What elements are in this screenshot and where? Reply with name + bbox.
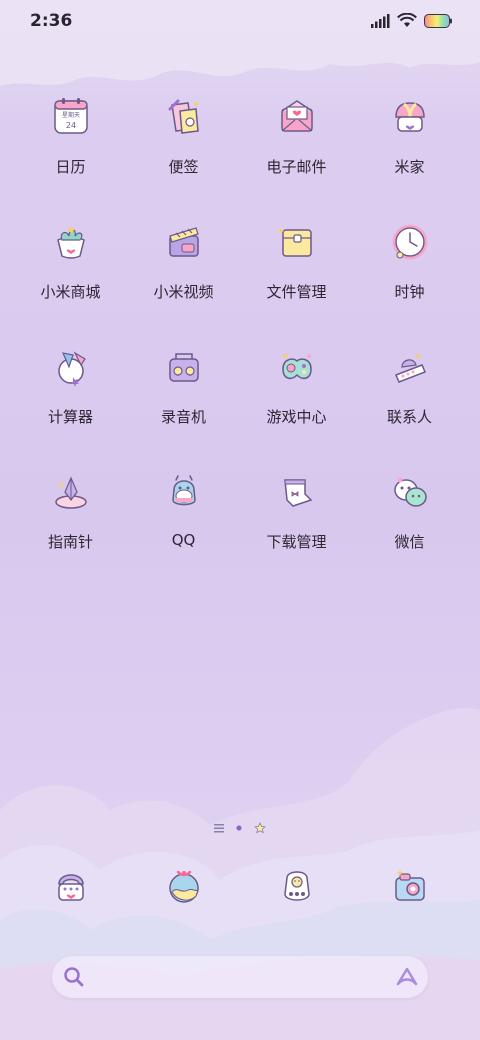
compass-icon: [46, 467, 96, 517]
folder-icon: [272, 217, 322, 267]
page-indicator: [0, 822, 480, 834]
app-calendar[interactable]: 星期天 24 日历: [14, 92, 127, 184]
status-bar: 2:36: [0, 0, 480, 42]
video-icon: [159, 217, 209, 267]
app-downloads[interactable]: 下载管理: [240, 467, 353, 559]
search-bar[interactable]: [52, 956, 428, 998]
mall-icon: [46, 217, 96, 267]
app-clock[interactable]: 时钟: [353, 217, 466, 309]
app-label: QQ: [171, 531, 196, 549]
app-grid: 星期天 24 日历 便签 电子邮件 米家 小米商城 小米视频 文件管理 时钟 计…: [14, 92, 466, 559]
contacts-icon: [385, 342, 435, 392]
app-label: 微信: [394, 533, 425, 551]
app-label: 联系人: [386, 408, 432, 426]
calendar-date-text: 24: [65, 121, 75, 130]
download-icon: [272, 467, 322, 517]
status-icons: [370, 13, 452, 28]
battery-icon: [424, 13, 452, 28]
app-label: 游戏中心: [266, 408, 327, 426]
app-label: 小米商城: [40, 283, 101, 301]
gamepad-icon: [272, 342, 322, 392]
app-qq[interactable]: QQ: [127, 467, 240, 559]
app-video[interactable]: 小米视频: [127, 217, 240, 309]
app-label: 小米视频: [153, 283, 214, 301]
app-label: 录音机: [160, 408, 206, 426]
page-dot-active[interactable]: [236, 825, 242, 831]
app-label: 文件管理: [266, 283, 327, 301]
app-calculator[interactable]: 计算器: [14, 342, 127, 434]
page-list-icon[interactable]: [214, 823, 224, 833]
app-label: 时钟: [394, 283, 425, 301]
app-label: 米家: [394, 158, 425, 176]
app-label: 下载管理: [266, 533, 327, 551]
dock-browser[interactable]: [127, 862, 240, 910]
search-icon[interactable]: [62, 965, 86, 989]
app-mall[interactable]: 小米商城: [14, 217, 127, 309]
app-label: 指南针: [47, 533, 93, 551]
messages-icon: [283, 871, 310, 901]
app-label: 计算器: [47, 408, 93, 426]
page-star-icon[interactable]: [254, 822, 266, 834]
app-files[interactable]: 文件管理: [240, 217, 353, 309]
app-label: 日历: [55, 158, 86, 176]
calculator-icon: [46, 342, 96, 392]
wifi-icon: [397, 13, 417, 27]
app-label: 电子邮件: [266, 158, 327, 176]
app-compass[interactable]: 指南针: [14, 467, 127, 559]
app-wechat[interactable]: 微信: [353, 467, 466, 559]
clock-icon: [385, 217, 435, 267]
camera-icon: [394, 870, 425, 901]
notes-icon: [159, 92, 209, 142]
browser-icon: [168, 870, 199, 903]
status-time: 2:36: [30, 11, 73, 31]
app-email[interactable]: 电子邮件: [240, 92, 353, 184]
app-game-center[interactable]: 游戏中心: [240, 342, 353, 434]
qq-icon: [159, 467, 209, 517]
dock-messages[interactable]: [240, 862, 353, 910]
wechat-icon: [385, 467, 435, 517]
calendar-weekday-text: 星期天: [61, 111, 79, 119]
recorder-icon: [159, 342, 209, 392]
email-icon: [272, 92, 322, 142]
dock: [14, 862, 466, 910]
app-notes[interactable]: 便签: [127, 92, 240, 184]
app-recorder[interactable]: 录音机: [127, 342, 240, 434]
phone-icon: [57, 874, 84, 901]
dock-camera[interactable]: [353, 862, 466, 910]
dock-phone[interactable]: [14, 862, 127, 910]
voice-assistant-icon[interactable]: [394, 964, 420, 990]
app-label: 便签: [168, 158, 199, 176]
mihome-icon: [385, 92, 435, 142]
app-contacts[interactable]: 联系人: [353, 342, 466, 434]
calendar-icon: 星期天 24: [46, 92, 96, 142]
app-mihome[interactable]: 米家: [353, 92, 466, 184]
signal-icon: [371, 13, 390, 28]
